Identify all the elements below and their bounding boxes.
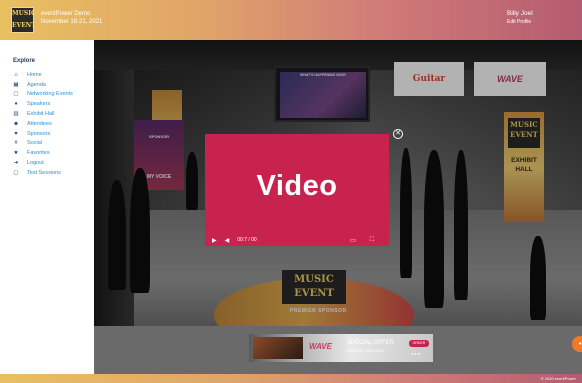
header-bar: MUSIC EVENT eventPower Demo November 18-…: [0, 0, 582, 40]
event-logo[interactable]: MUSIC EVENT: [11, 7, 34, 33]
video-controls-right: ▭ ⛶: [350, 237, 382, 244]
sidebar-item-attendees[interactable]: ☻ Attendees: [13, 119, 73, 129]
sidebar-item-logout[interactable]: ➜ Logout: [13, 158, 73, 168]
event-date: November 18-21, 2021: [41, 19, 103, 25]
home-icon: ⌂: [14, 71, 18, 78]
sidebar-item-label: Sponsors: [27, 130, 51, 137]
virtual-lobby: WHAT'S HAPPENING NOW! Guitar WAVE SPONSO…: [94, 40, 582, 374]
sidebar-item-social[interactable]: # Social: [13, 139, 73, 149]
ad-order-button[interactable]: ORDER: [409, 340, 429, 347]
sponsor-badge-icon: ♥: [14, 130, 18, 137]
sidebar-item-home[interactable]: ⌂ Home: [13, 70, 73, 80]
building-icon: ▥: [13, 111, 19, 118]
ad-brand: WAVE: [309, 342, 332, 351]
sidebar-item-label: Test Sessions: [27, 169, 61, 176]
sidebar-item-test-sessions[interactable]: ▢ Test Sessions: [13, 168, 73, 178]
captions-icon[interactable]: ▭: [350, 237, 356, 244]
copyright-text: © 2020 eventPower: [540, 376, 576, 381]
sidebar-item-networking-events[interactable]: ▢ Networking Events: [13, 90, 73, 100]
sidebar-item-sponsors[interactable]: ♥ Sponsors: [13, 129, 73, 139]
sidebar: Explore ⌂ Home ▦ Agenda ▢ Networking Eve…: [0, 40, 94, 374]
volume-icon[interactable]: ◀: [225, 237, 230, 244]
sidebar-item-label: Social: [27, 140, 42, 147]
ad-strip: WAVE SPECIAL OFFER LIMITED TIME ONLY ORD…: [94, 326, 582, 374]
ad-offer-title: SPECIAL OFFER: [347, 340, 395, 346]
sidebar-nav: ⌂ Home ▦ Agenda ▢ Networking Events ♦ Sp…: [13, 70, 73, 178]
sidebar-item-exhibit-hall[interactable]: ▥ Exhibit Hall: [13, 109, 73, 119]
sidebar-item-label: Home: [27, 71, 42, 78]
video-player[interactable]: Video: [205, 134, 389, 246]
agenda-icon: ▦: [13, 81, 19, 88]
event-title: eventPower Demo: [41, 11, 91, 17]
play-icon[interactable]: ▶: [212, 237, 217, 244]
microphone-icon: ♦: [14, 101, 18, 108]
chat-icon: •: [578, 339, 582, 348]
video-placeholder-label: Video: [256, 170, 338, 202]
users-icon: ☻: [13, 120, 19, 127]
close-video-button[interactable]: ✕: [393, 129, 403, 139]
user-name[interactable]: Billy Joel: [507, 10, 533, 17]
ad-carousel-dots[interactable]: ●●●: [411, 351, 421, 356]
fullscreen-icon[interactable]: ⛶: [370, 237, 374, 244]
video-controls: ▶ ◀ 00:7 / 00 ▭ ⛶: [205, 234, 389, 246]
ad-guitar-image: [253, 337, 303, 359]
star-icon: ★: [13, 150, 19, 157]
sidebar-item-label: Logout: [27, 160, 44, 167]
sidebar-item-label: Networking Events: [27, 91, 73, 98]
footer-bar: © 2020 eventPower: [0, 374, 582, 383]
session-icon: ▢: [13, 169, 19, 176]
sidebar-heading: Explore: [13, 58, 36, 64]
video-time: 00:7 / 00: [237, 237, 257, 243]
sidebar-item-label: Exhibit Hall: [27, 111, 55, 118]
edit-profile-link[interactable]: Edit Profile: [507, 19, 531, 25]
sidebar-item-agenda[interactable]: ▦ Agenda: [13, 80, 73, 90]
sidebar-item-label: Favorites: [27, 150, 50, 157]
sidebar-item-label: Speakers: [27, 101, 51, 108]
logout-icon: ➜: [13, 160, 19, 167]
hashtag-icon: #: [14, 140, 18, 147]
sidebar-item-label: Attendees: [27, 120, 52, 127]
ad-offer-subtitle: LIMITED TIME ONLY: [347, 348, 386, 353]
calendar-icon: ▢: [13, 91, 19, 98]
sidebar-item-speakers[interactable]: ♦ Speakers: [13, 99, 73, 109]
sidebar-item-label: Agenda: [27, 81, 46, 88]
sidebar-item-favorites[interactable]: ★ Favorites: [13, 148, 73, 158]
advertisement-banner[interactable]: WAVE SPECIAL OFFER LIMITED TIME ONLY ORD…: [249, 334, 433, 362]
chat-button[interactable]: •: [572, 336, 582, 352]
